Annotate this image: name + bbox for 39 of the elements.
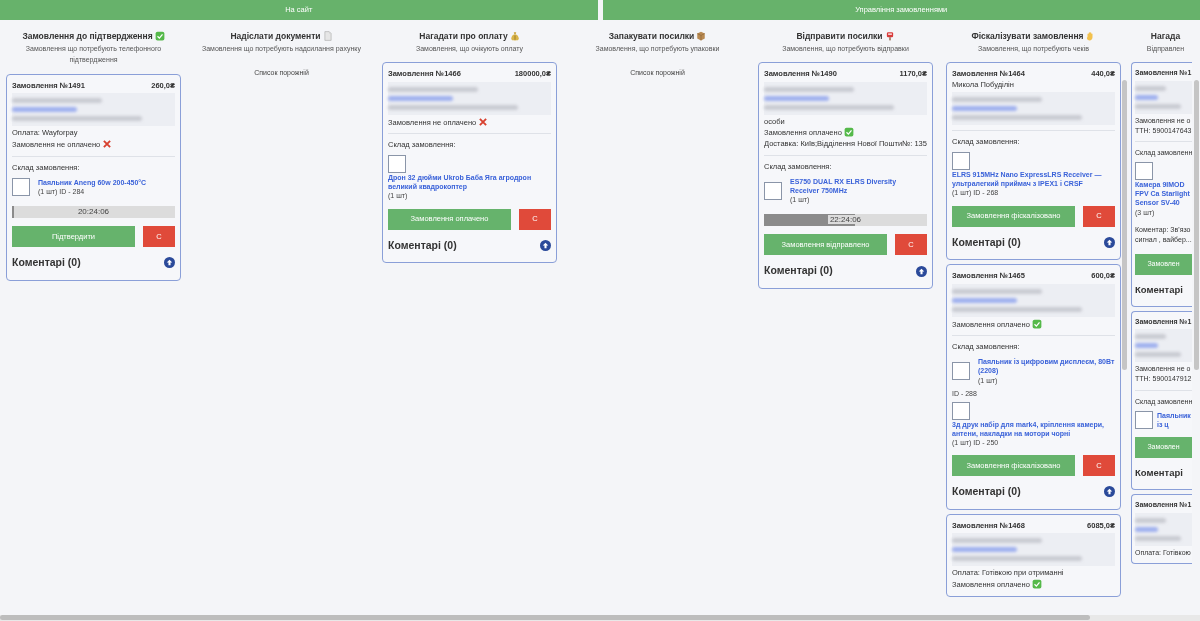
product-photo [1135, 162, 1153, 181]
product-photo [12, 177, 30, 196]
mailbox-icon [884, 31, 895, 41]
upload-icon[interactable] [1104, 486, 1115, 498]
product-photo [952, 401, 970, 420]
comments-heading: Коментарі (0) [12, 254, 81, 270]
product-photo [952, 152, 970, 171]
comments-heading: Коментарі (0) [388, 237, 457, 253]
product-photo [952, 361, 970, 380]
comments-heading: Коментарі (0) [952, 484, 1021, 499]
timer-text: 22:24:06 [827, 215, 864, 225]
column-title: Нагада [1150, 31, 1181, 41]
timer-text: 20:24:06 [75, 206, 112, 216]
column-title: Фіскалізувати замовлення [971, 31, 1084, 41]
column-title: Запакувати посилки [608, 31, 695, 41]
money-bag-icon [509, 31, 520, 41]
product-photo [1135, 410, 1153, 429]
hand-icon [1085, 31, 1096, 41]
vertical-scrollbar[interactable] [1194, 80, 1199, 370]
upload-icon[interactable] [1104, 236, 1115, 248]
upload-icon[interactable] [164, 257, 175, 269]
column-title: Відправити посилки [796, 31, 883, 41]
comments-heading: Коментарі (0) [952, 234, 1021, 250]
upload-icon[interactable] [540, 239, 551, 251]
document-icon [322, 31, 333, 41]
package-icon [696, 31, 707, 41]
horizontal-scrollbar[interactable] [0, 615, 1200, 621]
upload-icon[interactable] [916, 265, 927, 277]
comments-heading: Коментарі [1135, 465, 1183, 480]
column-title: Надіслати документи [230, 31, 321, 41]
column-title: Нагадати про оплату [419, 31, 508, 41]
comments-heading: Коментарі (0) [764, 263, 833, 279]
check-icon [154, 31, 165, 41]
scrollbar-thumb[interactable] [0, 615, 1090, 620]
product-photo [388, 155, 406, 174]
comments-heading: Коментарі [1135, 282, 1183, 297]
vertical-scrollbar[interactable] [1122, 80, 1127, 370]
product-photo [764, 181, 782, 200]
column-title: Замовлення до підтвердження [22, 31, 153, 41]
